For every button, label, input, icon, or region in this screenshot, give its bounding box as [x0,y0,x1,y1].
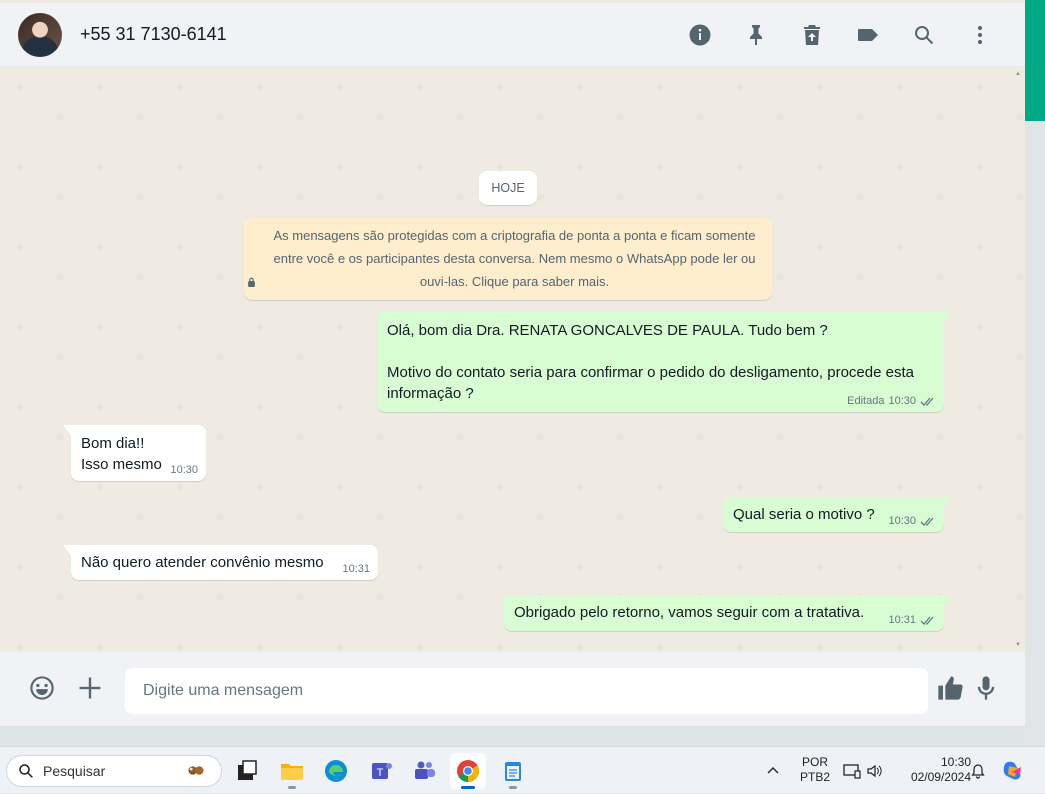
edge-icon [325,760,347,782]
clock-time: 10:30 [940,755,971,769]
encryption-notice[interactable]: As mensagens são protegidas com a cripto… [244,218,772,300]
message-incoming[interactable]: Não quero atender convênio mesmo 10:31 [63,545,378,580]
chevron-up-icon [767,766,779,773]
date-divider: HOJE [479,171,537,205]
read-ticks-icon [920,616,934,625]
window-edge-accent [1025,3,1045,121]
header-actions [683,3,997,67]
contact-name[interactable]: +55 31 7130-6141 [80,24,227,45]
message-outgoing[interactable]: Qual seria o motivo ? 10:30 [723,497,952,532]
message-time: 10:31 [342,563,370,575]
scroll-down-arrow[interactable]: ▼ [1015,642,1021,648]
teams-icon [415,761,435,779]
taskbar-search[interactable]: Pesquisar [6,755,222,787]
coconut-icon [188,766,204,775]
volume-icon[interactable] [866,747,884,794]
contact-avatar[interactable] [18,12,62,57]
message-meta: 10:31 [342,563,370,575]
thumbs-up-icon[interactable] [934,672,966,704]
edited-label: Editada [847,395,885,407]
encryption-notice-text: As mensagens são protegidas com a cripto… [273,228,756,289]
message-list[interactable]: ▲ ▼ HOJE As mensagens são protegidas com… [0,67,1025,652]
pin-icon[interactable] [739,18,773,52]
message-outgoing[interactable]: Obrigado pelo retorno, vamos seguir com … [504,595,952,631]
emoji-icon[interactable] [26,672,58,704]
folder-icon [281,764,303,780]
running-indicator [509,786,517,789]
language-code: POR [801,755,828,769]
lock-icon [247,277,255,287]
message-meta: 10:30 [888,515,936,527]
scroll-up-arrow[interactable]: ▲ [1015,71,1021,77]
label-icon[interactable] [851,18,885,52]
message-composer [0,652,1025,726]
window-edge [1025,121,1045,746]
chat-header: +55 31 7130-6141 [0,3,1025,67]
copilot-icon[interactable] [1000,747,1026,794]
taskbar-task-view[interactable] [229,753,265,789]
message-text: Não quero atender convênio mesmo [81,554,324,571]
message-meta: Editada 10:30 [847,395,936,407]
taskbar-teams[interactable] [407,753,443,789]
taskbar-file-explorer[interactable] [274,753,310,789]
attach-plus-icon[interactable] [74,672,106,704]
delete-icon[interactable] [795,18,829,52]
message-text: Obrigado pelo retorno, vamos seguir com … [514,604,865,621]
show-hidden-icons[interactable] [766,747,780,794]
message-time: 10:30 [888,395,916,407]
clock-date: 02/09/2024 [910,770,971,784]
taskbar-search-label: Pesquisar [43,763,106,779]
message-outgoing[interactable]: Olá, bom dia Dra. RENATA GONCALVES DE PA… [377,312,952,412]
menu-icon[interactable] [963,18,997,52]
read-ticks-icon [920,517,934,526]
teams-icon: T [372,763,392,779]
taskbar-chrome[interactable] [450,753,486,789]
message-meta: 10:31 [888,614,936,626]
message-meta: 10:30 [170,464,198,476]
taskbar-notepad[interactable] [495,753,531,789]
keyboard-layout: PTB2 [799,770,830,784]
search-icon[interactable] [907,18,941,52]
running-indicator [288,786,296,789]
message-time: 10:31 [888,614,916,626]
task-view-icon [238,760,257,780]
taskbar-teams-classic[interactable]: T [363,753,399,789]
notepad-icon [505,762,521,781]
taskbar-clock[interactable]: 10:30 02/09/2024 [893,755,971,785]
network-icon[interactable] [843,747,861,794]
read-ticks-icon [920,397,934,406]
search-icon [19,764,33,778]
message-incoming[interactable]: Bom dia!! Isso mesmo 10:30 [63,425,206,481]
whatsapp-window: +55 31 7130-6141 ▲ ▼ HOJE As mensagens s… [0,0,1025,726]
message-time: 10:30 [170,464,198,476]
language-indicator[interactable]: POR PTB2 [798,755,832,785]
info-icon[interactable] [683,18,717,52]
chrome-icon [457,760,479,782]
message-input[interactable] [125,668,928,714]
notifications-bell-icon[interactable] [970,747,986,794]
microphone-icon[interactable] [970,672,1002,704]
svg-text:T: T [377,767,384,779]
active-indicator [461,786,475,789]
taskbar-edge[interactable] [318,753,354,789]
message-time: 10:30 [888,515,916,527]
message-text: Olá, bom dia Dra. RENATA GONCALVES DE PA… [387,322,914,402]
windows-taskbar: Pesquisar T POR PTB2 10:30 02/09/2024 [0,746,1045,793]
